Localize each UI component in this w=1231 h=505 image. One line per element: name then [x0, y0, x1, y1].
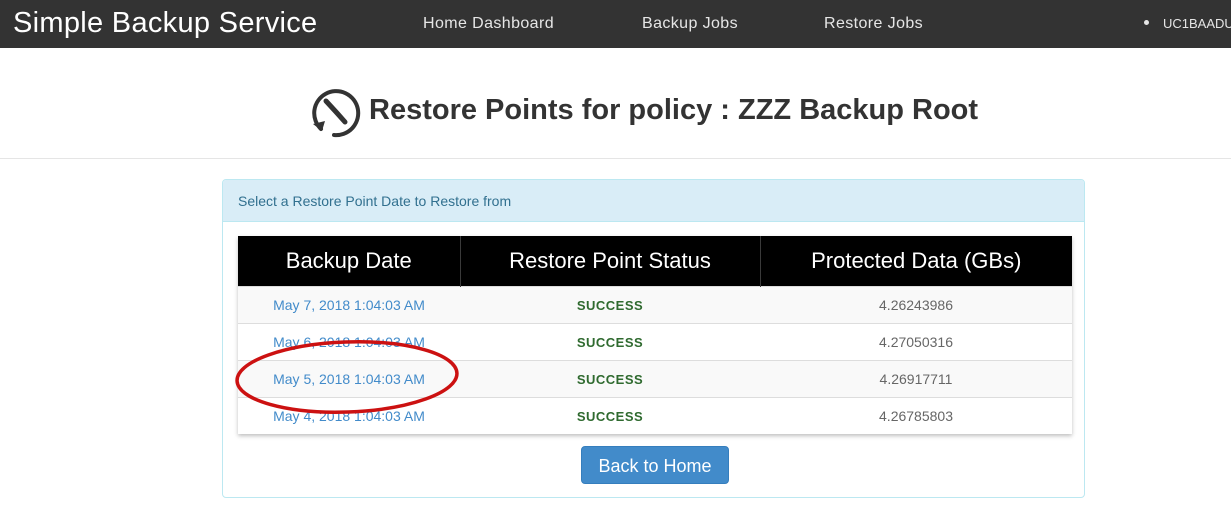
status-cell: SUCCESS: [460, 360, 760, 398]
backup-date-link[interactable]: May 4, 2018 1:04:03 AM: [238, 397, 460, 434]
brand-title[interactable]: Simple Backup Service: [13, 5, 317, 41]
nav-backup-jobs[interactable]: Backup Jobs: [642, 14, 738, 34]
backup-date-link[interactable]: May 6, 2018 1:04:03 AM: [238, 323, 460, 361]
table-row: May 4, 2018 1:04:03 AM SUCCESS 4.2678580…: [238, 397, 1072, 434]
top-navbar: Simple Backup Service Home Dashboard Bac…: [0, 0, 1231, 48]
back-to-home-button[interactable]: Back to Home: [581, 446, 729, 484]
nav-restore-jobs[interactable]: Restore Jobs: [824, 14, 923, 34]
protected-data-cell: 4.26917711: [760, 360, 1072, 398]
status-cell: SUCCESS: [460, 323, 760, 361]
protected-data-cell: 4.26785803: [760, 397, 1072, 434]
panel-heading: Select a Restore Point Date to Restore f…: [223, 180, 1084, 222]
protected-data-cell: 4.27050316: [760, 323, 1072, 361]
status-cell: SUCCESS: [460, 286, 760, 324]
backup-date-link[interactable]: May 5, 2018 1:04:03 AM: [238, 360, 460, 398]
column-header-status: Restore Point Status: [460, 236, 761, 287]
bullet-icon: [1144, 20, 1149, 25]
page-title: Restore Points for policy : ZZZ Backup R…: [369, 94, 979, 126]
restore-points-table: Backup Date Restore Point Status Protect…: [238, 236, 1072, 434]
restore-clock-icon: [312, 89, 361, 138]
table-row: May 6, 2018 1:04:03 AM SUCCESS 4.2705031…: [238, 323, 1072, 361]
table-row: May 5, 2018 1:04:03 AM SUCCESS 4.2691771…: [238, 360, 1072, 398]
column-header-protected-data: Protected Data (GBs): [760, 236, 1072, 287]
status-cell: SUCCESS: [460, 397, 760, 434]
user-menu[interactable]: UC1BAADU: [1163, 15, 1231, 33]
protected-data-cell: 4.26243986: [760, 286, 1072, 324]
table-header-row: Backup Date Restore Point Status Protect…: [238, 236, 1072, 287]
panel-heading-text: Select a Restore Point Date to Restore f…: [238, 193, 512, 209]
column-header-backup-date: Backup Date: [238, 236, 461, 287]
table-row: May 7, 2018 1:04:03 AM SUCCESS 4.2624398…: [238, 286, 1072, 324]
backup-date-link[interactable]: May 7, 2018 1:04:03 AM: [238, 286, 460, 324]
nav-home-dashboard[interactable]: Home Dashboard: [423, 14, 554, 34]
restore-points-panel: Select a Restore Point Date to Restore f…: [222, 179, 1085, 498]
